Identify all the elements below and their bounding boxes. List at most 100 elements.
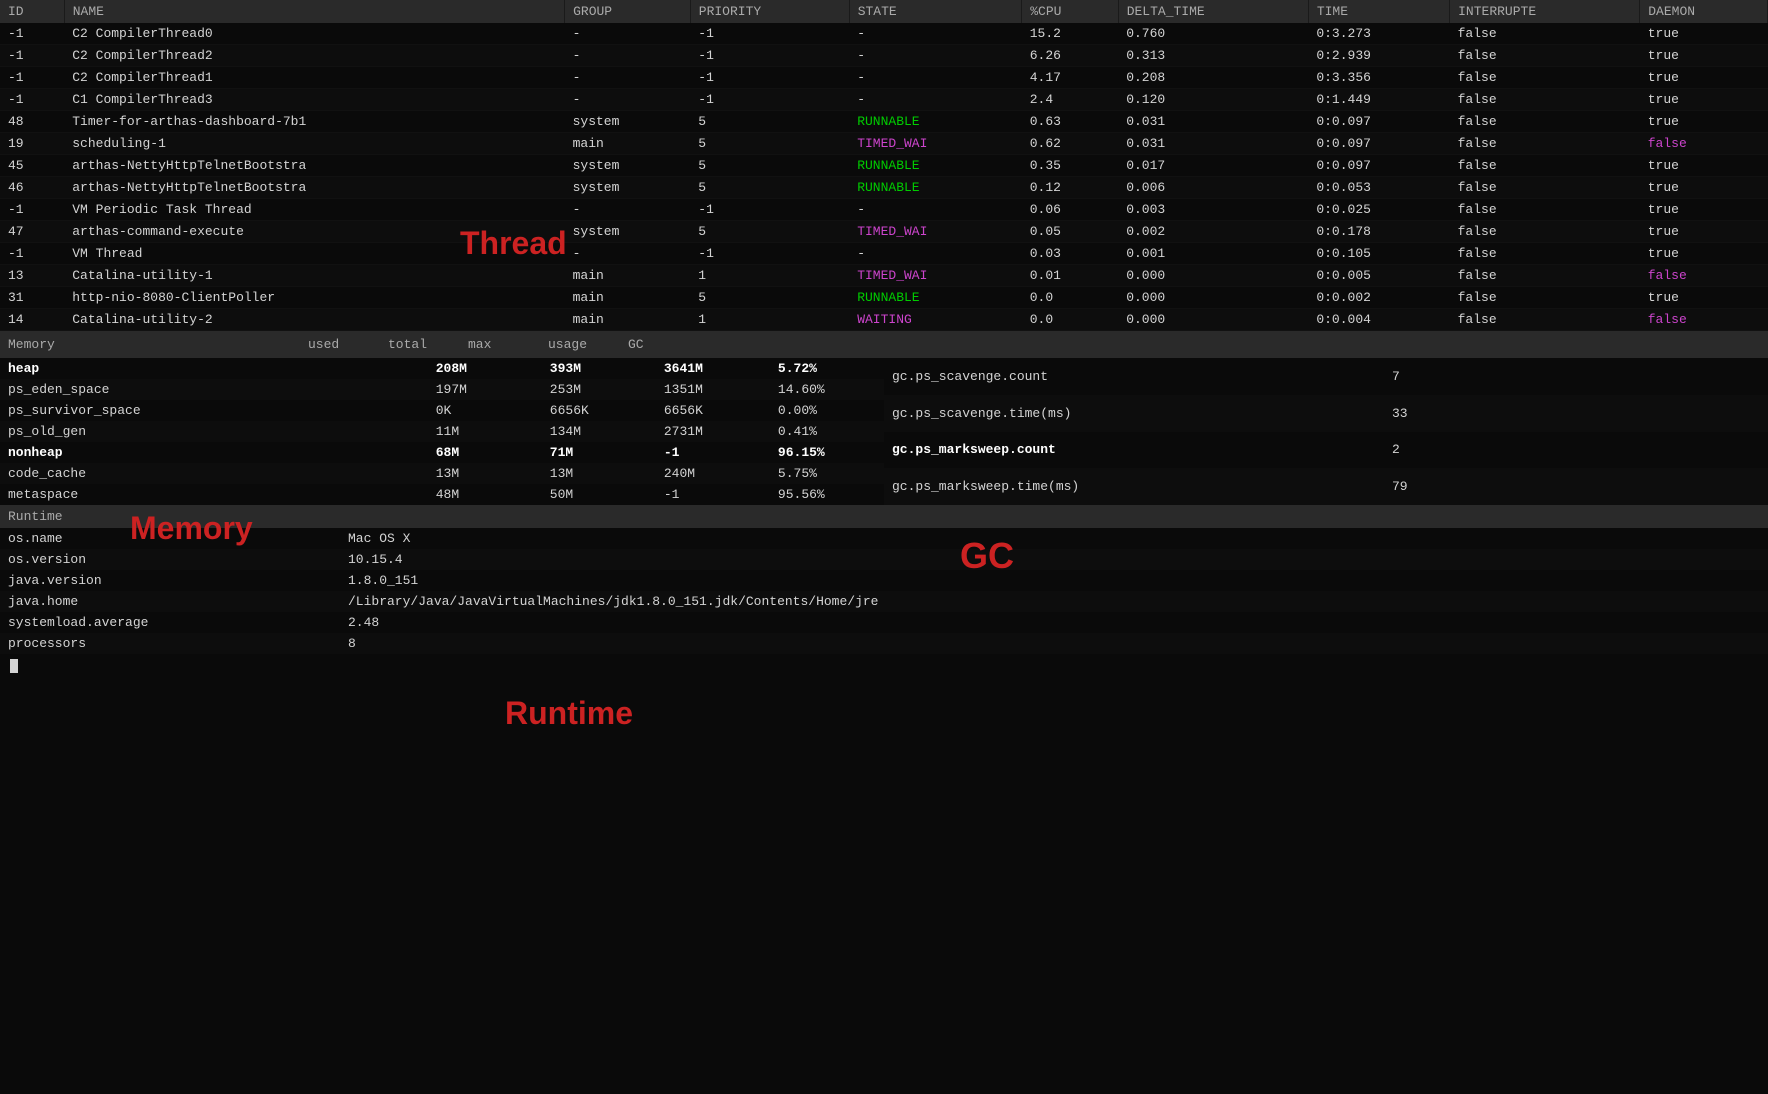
cell-interrupted: false	[1450, 89, 1640, 111]
cell-memory-usage: 0.00%	[770, 400, 884, 421]
cell-interrupted: false	[1450, 221, 1640, 243]
cell-priority: 5	[690, 133, 849, 155]
cell-delta-time: 0.208	[1118, 67, 1308, 89]
cell-daemon: true	[1640, 89, 1768, 111]
cell-priority: 5	[690, 221, 849, 243]
cell-daemon: true	[1640, 287, 1768, 309]
table-row: ps_survivor_space 0K 6656K 6656K 0.00%	[0, 400, 884, 421]
cell-time: 0:0.004	[1308, 309, 1449, 331]
cell-group: system	[565, 177, 691, 199]
table-row: -1 C1 CompilerThread3 - -1 - 2.4 0.120 0…	[0, 89, 1768, 111]
cell-delta-time: 0.001	[1118, 243, 1308, 265]
cell-cpu: 0.06	[1022, 199, 1118, 221]
cell-time: 0:0.025	[1308, 199, 1449, 221]
cell-interrupted: false	[1450, 111, 1640, 133]
runtime-annotation-label: Runtime	[505, 695, 633, 732]
cell-daemon: true	[1640, 67, 1768, 89]
cell-delta-time: 0.000	[1118, 309, 1308, 331]
cell-interrupted: false	[1450, 199, 1640, 221]
cell-runtime-key: systemload.average	[0, 612, 340, 633]
cell-priority: 5	[690, 177, 849, 199]
cell-time: 0:0.005	[1308, 265, 1449, 287]
table-row: systemload.average 2.48	[0, 612, 1768, 633]
cell-state: WAITING	[849, 309, 1022, 331]
thread-annotation-label: Thread	[460, 225, 567, 262]
table-row: metaspace 48M 50M -1 95.56%	[0, 484, 884, 505]
cell-memory-total: 253M	[542, 379, 656, 400]
cell-delta-time: 0.760	[1118, 23, 1308, 45]
cell-group: main	[565, 265, 691, 287]
cell-interrupted: false	[1450, 265, 1640, 287]
cell-state: TIMED_WAI	[849, 133, 1022, 155]
table-row: gc.ps_scavenge.time(ms) 33	[884, 395, 1768, 432]
cell-memory-used: 197M	[428, 379, 542, 400]
table-row: os.version 10.15.4	[0, 549, 1768, 570]
cell-id: 46	[0, 177, 64, 199]
cell-memory-usage: 0.41%	[770, 421, 884, 442]
cell-priority: -1	[690, 67, 849, 89]
cell-time: 0:0.097	[1308, 111, 1449, 133]
table-row: 47 arthas-command-execute system 5 TIMED…	[0, 221, 1768, 243]
cell-priority: 1	[690, 265, 849, 287]
col-cpu: %CPU	[1022, 0, 1118, 23]
cell-daemon: true	[1640, 199, 1768, 221]
cell-group: -	[565, 199, 691, 221]
cursor	[10, 659, 18, 673]
cell-state: -	[849, 67, 1022, 89]
cell-priority: -1	[690, 199, 849, 221]
memory-annotation-label: Memory	[130, 510, 253, 547]
cell-gc-value: 2	[1384, 432, 1768, 469]
table-row: gc.ps_marksweep.count 2	[884, 432, 1768, 469]
memory-col-header-name: Memory	[0, 335, 300, 354]
cell-gc-name: gc.ps_scavenge.count	[884, 358, 1384, 395]
cell-daemon: false	[1640, 265, 1768, 287]
cell-state: -	[849, 243, 1022, 265]
cell-state: -	[849, 199, 1022, 221]
cell-runtime-value: Mac OS X	[340, 528, 1768, 549]
cell-name: Timer-for-arthas-dashboard-7b1	[64, 111, 564, 133]
col-id: ID	[0, 0, 64, 23]
col-daemon: DAEMON	[1640, 0, 1768, 23]
cell-group: main	[565, 309, 691, 331]
cell-daemon: true	[1640, 177, 1768, 199]
cell-priority: -1	[690, 23, 849, 45]
cell-cpu: 0.0	[1022, 287, 1118, 309]
cell-id: -1	[0, 199, 64, 221]
cell-memory-total: 50M	[542, 484, 656, 505]
cell-state: RUNNABLE	[849, 287, 1022, 309]
table-row: 13 Catalina-utility-1 main 1 TIMED_WAI 0…	[0, 265, 1768, 287]
cell-memory-name: ps_eden_space	[0, 379, 428, 400]
cell-cpu: 2.4	[1022, 89, 1118, 111]
table-row: -1 C2 CompilerThread1 - -1 - 4.17 0.208 …	[0, 67, 1768, 89]
gc-col-header: GC	[620, 335, 1768, 354]
table-row: gc.ps_marksweep.time(ms) 79	[884, 468, 1768, 505]
cell-group: system	[565, 221, 691, 243]
cell-group: system	[565, 111, 691, 133]
table-row: ps_old_gen 11M 134M 2731M 0.41%	[0, 421, 884, 442]
cell-time: 0:0.097	[1308, 133, 1449, 155]
table-row: java.home /Library/Java/JavaVirtualMachi…	[0, 591, 1768, 612]
cell-daemon: false	[1640, 309, 1768, 331]
cell-time: 0:0.178	[1308, 221, 1449, 243]
cell-name: Catalina-utility-2	[64, 309, 564, 331]
cell-memory-total: 393M	[542, 358, 656, 379]
memory-col-header-max: max	[460, 335, 540, 354]
cell-delta-time: 0.031	[1118, 133, 1308, 155]
cell-priority: 5	[690, 155, 849, 177]
cell-memory-total: 134M	[542, 421, 656, 442]
cell-memory-used: 13M	[428, 463, 542, 484]
cell-state: -	[849, 45, 1022, 67]
cell-delta-time: 0.017	[1118, 155, 1308, 177]
cell-name: C2 CompilerThread1	[64, 67, 564, 89]
cell-memory-usage: 5.72%	[770, 358, 884, 379]
cell-time: 0:3.273	[1308, 23, 1449, 45]
cell-memory-name: ps_survivor_space	[0, 400, 428, 421]
cell-id: 14	[0, 309, 64, 331]
cell-id: 45	[0, 155, 64, 177]
cell-name: Catalina-utility-1	[64, 265, 564, 287]
cell-delta-time: 0.003	[1118, 199, 1308, 221]
cell-cpu: 0.35	[1022, 155, 1118, 177]
col-delta-time: DELTA_TIME	[1118, 0, 1308, 23]
table-row: -1 VM Periodic Task Thread - -1 - 0.06 0…	[0, 199, 1768, 221]
thread-table: ID NAME GROUP PRIORITY STATE %CPU DELTA_…	[0, 0, 1768, 331]
